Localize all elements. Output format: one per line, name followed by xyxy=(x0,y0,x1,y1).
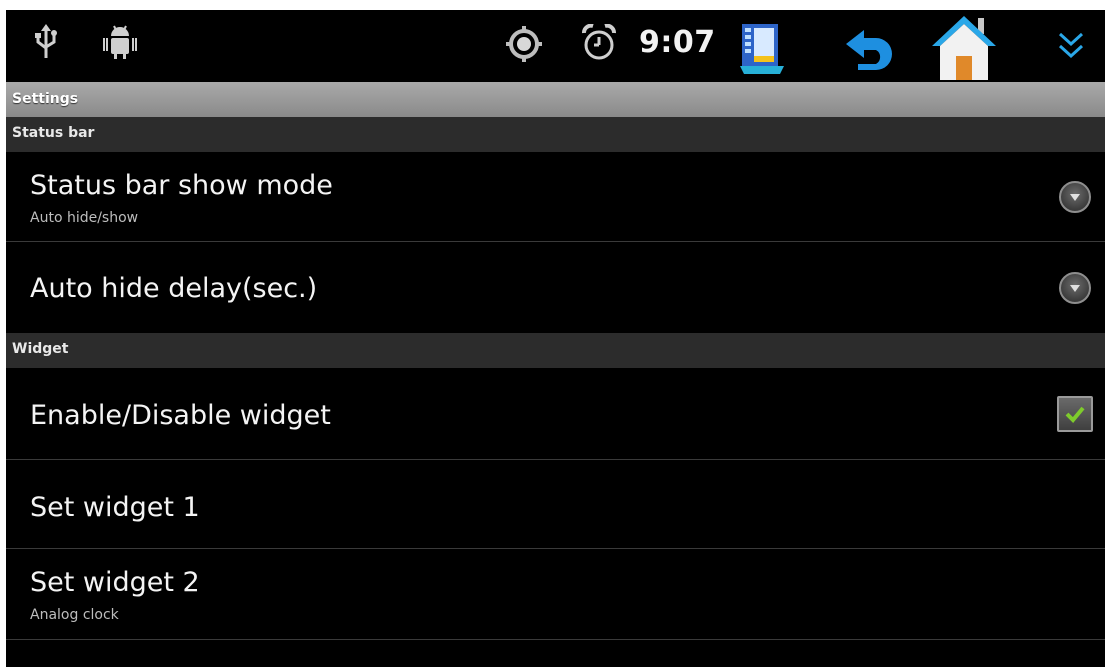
category-status-bar: Status bar xyxy=(6,117,1105,152)
status-bar-show-mode-row[interactable]: Status bar show mode Auto hide/show xyxy=(6,152,1105,242)
expand-chevron-icon[interactable] xyxy=(1057,30,1085,66)
settings-title-bar: Settings xyxy=(6,82,1105,117)
usb-icon xyxy=(34,24,58,64)
set-widget-2-row[interactable]: Set widget 2 Analog clock xyxy=(6,549,1105,640)
android-debug-icon xyxy=(100,24,140,64)
alarm-icon xyxy=(581,23,617,66)
enable-widget-checkbox[interactable] xyxy=(1057,396,1093,432)
setting-title: Set widget 2 xyxy=(30,567,200,598)
checkmark-icon xyxy=(1065,406,1085,423)
device-screen: 9:07 Settings Status bar Status bar show… xyxy=(6,10,1105,667)
setting-summary: Analog clock xyxy=(30,607,119,623)
enable-widget-row[interactable]: Enable/Disable widget xyxy=(6,368,1105,460)
category-widget: Widget xyxy=(6,333,1105,368)
dropdown-arrow-icon[interactable] xyxy=(1059,181,1091,213)
app-switcher-icon[interactable] xyxy=(740,20,786,78)
setting-title: Enable/Disable widget xyxy=(30,400,331,431)
setting-title: Status bar show mode xyxy=(30,170,333,201)
setting-summary: Auto hide/show xyxy=(30,210,139,226)
dropdown-arrow-icon[interactable] xyxy=(1059,272,1091,304)
auto-hide-delay-row[interactable]: Auto hide delay(sec.) xyxy=(6,242,1105,332)
setting-title: Auto hide delay(sec.) xyxy=(30,273,318,304)
page-title: Settings xyxy=(12,91,79,107)
system-status-bar: 9:07 xyxy=(6,10,1105,82)
category-label: Status bar xyxy=(12,125,95,141)
gps-icon xyxy=(506,26,542,66)
set-widget-1-row[interactable]: Set widget 1 xyxy=(6,460,1105,549)
setting-title: Set widget 1 xyxy=(30,492,200,523)
category-label: Widget xyxy=(12,341,69,357)
home-icon[interactable] xyxy=(928,12,1000,86)
back-icon[interactable] xyxy=(842,26,896,74)
clock-time: 9:07 xyxy=(639,25,716,60)
